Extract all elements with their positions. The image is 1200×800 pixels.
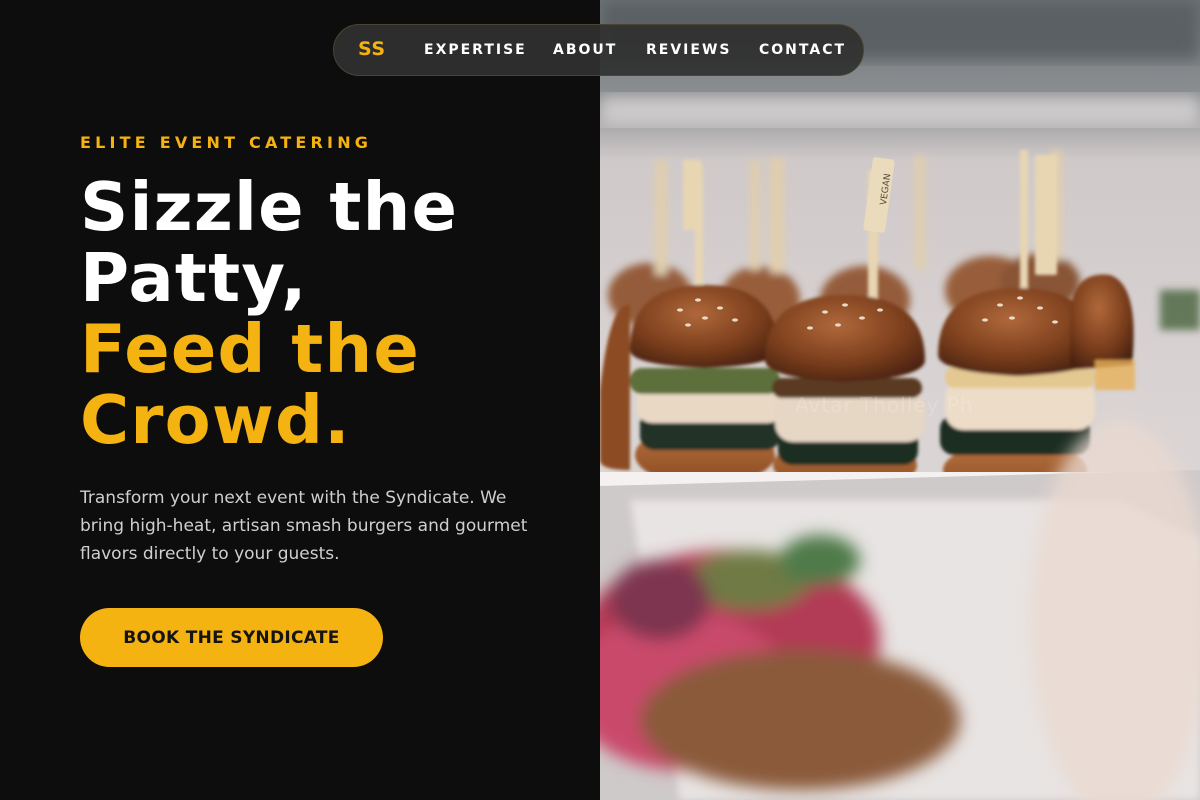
hero-headline: Sizzle the Patty, Feed the Crowd. bbox=[80, 172, 580, 456]
nav-link-contact[interactable]: CONTACT bbox=[759, 42, 846, 58]
hero-eyebrow: ELITE EVENT CATERING bbox=[80, 133, 373, 152]
headline-line-4: Crowd. bbox=[80, 381, 351, 459]
nav-link-about[interactable]: ABOUT bbox=[553, 42, 617, 58]
headline-line-1: Sizzle the bbox=[80, 168, 459, 246]
headline-line-2: Patty, bbox=[80, 239, 308, 317]
headline-line-3: Feed the bbox=[80, 310, 420, 388]
book-syndicate-button[interactable]: BOOK THE SYNDICATE bbox=[80, 608, 383, 667]
nav-link-reviews[interactable]: REVIEWS bbox=[646, 42, 731, 58]
photo-watermark: Avtar Tholley Ph bbox=[795, 393, 974, 417]
hero-description: Transform your next event with the Syndi… bbox=[80, 488, 528, 564]
top-navigation: SS EXPERTISE ABOUT REVIEWS CONTACT bbox=[333, 24, 864, 76]
logo[interactable]: SS bbox=[358, 38, 386, 60]
nav-link-expertise[interactable]: EXPERTISE bbox=[424, 42, 527, 58]
